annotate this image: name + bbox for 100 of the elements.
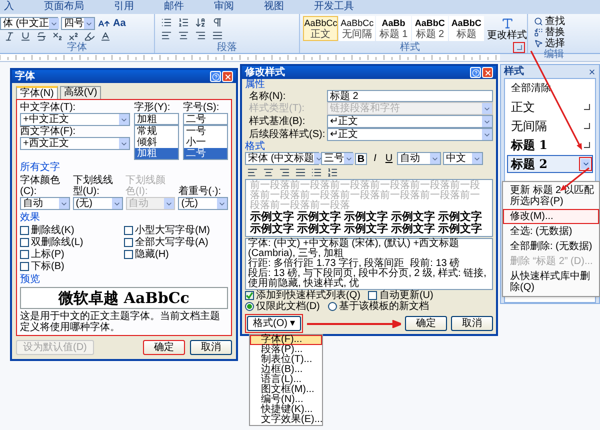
menu-item[interactable]: 边框(B)... [250,365,322,375]
edit-command[interactable]: 选择 [534,38,600,49]
input-field[interactable]: 加粗 [134,113,179,125]
highlighter-icon[interactable] [84,30,95,42]
checkbox[interactable] [20,250,29,259]
dropdown-field[interactable]: (无) [72,197,122,210]
help-button[interactable] [210,71,221,82]
align-left-icon[interactable] [247,166,258,178]
subscript-icon[interactable] [52,30,63,42]
input-field[interactable]: 二号 [183,113,228,125]
quick-style[interactable]: AaBb 标题 1 [376,16,412,41]
font-color-icon[interactable] [100,30,111,42]
checkbox[interactable] [124,250,133,259]
italic-button[interactable]: I [369,152,381,164]
checkbox[interactable] [245,291,254,300]
chinese-font-select[interactable]: +中文正文 [20,113,130,126]
style-list-item[interactable]: 标题 1 [507,136,593,154]
cancel-button[interactable]: 取消 [451,316,493,331]
quick-style[interactable]: AaBbCc 正文 [303,16,338,41]
align-center-icon[interactable] [263,166,274,178]
list-option[interactable]: 倾斜 [135,137,178,148]
checkbox[interactable] [20,238,29,247]
list-option[interactable]: 一号 [184,126,227,137]
line-spacing-icon[interactable] [311,166,322,178]
radio-button[interactable] [245,302,254,311]
edit-command[interactable]: 查找 [534,16,600,27]
dropdown-field[interactable]: 自动 [20,197,70,210]
edit-command[interactable]: 替换 [534,27,600,38]
help-button[interactable] [470,67,481,78]
superscript-icon[interactable] [68,30,79,42]
italic-icon[interactable] [4,30,15,42]
ribbon-tab[interactable]: 邮件 [162,1,186,14]
checkbox[interactable] [368,291,378,300]
list-option[interactable]: 常规 [135,126,178,137]
numbered-list-icon[interactable] [178,17,189,28]
list-option[interactable]: 二号 [184,148,227,159]
style-list-item[interactable]: 正文 [507,98,593,116]
checkbox[interactable] [124,226,133,235]
format-menu-button[interactable]: 格式(O) ▾ [247,316,302,331]
ribbon-tab[interactable]: 视图 [262,1,286,14]
radio-button[interactable] [328,302,337,311]
style-list-item[interactable]: 无间隔 [507,117,593,135]
style-list-item[interactable]: 标题 2 [507,155,593,173]
grow-font-icon[interactable] [98,18,110,30]
menu-item[interactable]: 从快速样式库中删除(Q) [503,269,599,295]
dropdown-field[interactable]: ↵正文 [327,115,493,128]
sort-icon[interactable] [195,17,206,28]
menu-item[interactable]: 编号(N)... [250,395,322,405]
strikethrough-icon[interactable] [36,30,47,42]
ribbon-tab[interactable]: 审阅 [212,1,236,14]
justify-icon[interactable] [212,30,223,40]
dialog-launcher-icon[interactable] [516,45,522,50]
underline-icon[interactable] [20,30,31,42]
list-box[interactable]: 一号 小一 二号 [183,125,228,160]
menu-item[interactable]: 文字效果(E)... [250,415,322,425]
underline-button[interactable]: U [383,152,395,164]
justify-icon[interactable] [295,166,306,178]
checkbox[interactable] [20,226,29,235]
font-size-select[interactable]: 三号 [321,152,353,165]
menu-item[interactable]: 图文框(M)... [250,385,322,395]
ok-button[interactable]: 确定 [405,316,447,331]
menu-item[interactable]: 修改(M)... [503,209,599,224]
change-styles-icon[interactable] [500,16,514,30]
menu-item[interactable]: 段落(P)... [250,345,322,355]
paragraph-spacing-icon[interactable] [327,166,338,178]
list-option[interactable]: 加粗 [135,148,178,159]
change-styles-button[interactable]: 更改样式 [487,30,528,40]
change-case-button[interactable]: Aa [113,18,126,29]
dialog-tab[interactable]: 高级(V) [60,86,102,99]
ribbon-tab[interactable]: 开发工具 [312,1,356,14]
close-button[interactable] [222,71,233,82]
menu-item[interactable]: 语言(L)... [250,375,322,385]
menu-item[interactable]: 全部删除: (无数据) [503,239,599,254]
list-option[interactable]: 小一 [184,137,227,148]
quick-style[interactable]: AaBbC 标题 [448,16,484,41]
list-box[interactable]: 常规 倾斜 加粗 [134,125,179,160]
bold-button[interactable]: B [355,152,367,164]
dropdown-field[interactable]: (无) [178,197,228,210]
menu-item[interactable]: 字体(F)... [250,335,322,345]
cancel-button[interactable]: 取消 [190,340,232,355]
close-button[interactable] [482,67,493,78]
quick-style[interactable]: AaBbCc 无间隔 [339,16,375,41]
bullet-list-icon[interactable] [161,17,172,28]
align-right-icon[interactable] [195,30,206,40]
checkbox[interactable] [20,262,29,271]
quick-style[interactable]: AaBbC 标题 2 [412,16,448,41]
ribbon-tab[interactable]: 页面布局 [42,1,86,14]
align-center-icon[interactable] [178,30,189,40]
align-right-icon[interactable] [279,166,290,178]
font-size-field[interactable]: 四号 [61,17,95,30]
menu-item[interactable]: 制表位(T)... [250,355,322,365]
western-font-select[interactable]: +西文正文 [20,137,130,150]
font-select[interactable]: 宋体 (中文标题 [245,152,319,165]
ok-button[interactable]: 确定 [143,340,185,355]
align-left-icon[interactable] [161,30,172,40]
language-select[interactable]: 中文 [443,152,483,165]
name-field[interactable]: 标题 2 [327,90,493,102]
menu-item[interactable]: 全选: (无数据) [503,224,599,239]
menu-item[interactable]: 快捷键(K)... [250,405,322,415]
ribbon-tab[interactable]: 入 [2,1,16,14]
